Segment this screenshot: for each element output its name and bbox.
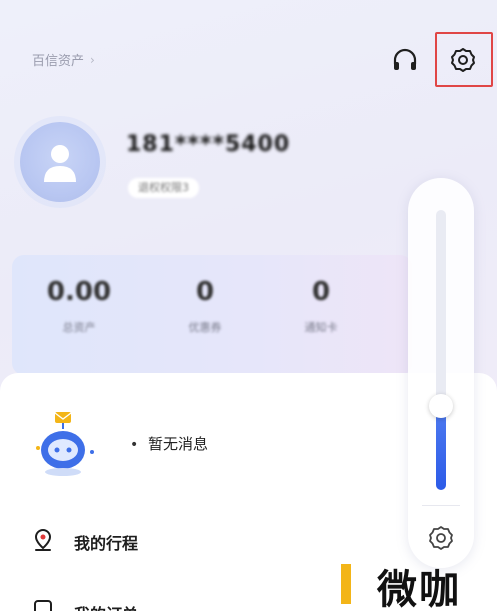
stat-value: 0 bbox=[195, 277, 215, 307]
headset-icon[interactable] bbox=[385, 40, 425, 80]
watermark-bar bbox=[341, 564, 351, 604]
location-pin-icon bbox=[30, 527, 56, 557]
bullet: • bbox=[130, 437, 139, 453]
id-badge[interactable]: 退权权限3 bbox=[128, 178, 199, 198]
gear-icon[interactable] bbox=[423, 520, 459, 556]
phone-number: 181****5400 bbox=[126, 132, 291, 157]
empty-messages-text: 暂无消息 bbox=[148, 435, 209, 453]
menu-item-label: 我的行程 bbox=[74, 534, 139, 553]
menu-item-my-orders[interactable]: 我的订单 bbox=[30, 598, 138, 611]
breadcrumb[interactable]: 百信资产 › bbox=[32, 50, 95, 70]
stat-total-assets[interactable]: 0.00 总资产 bbox=[24, 277, 134, 335]
menu-item-my-trips[interactable]: 我的行程 bbox=[30, 527, 138, 557]
stat-value: 0.00 bbox=[46, 277, 112, 307]
stats-card: 0.00 总资产 0 优惠券 0 通知卡 bbox=[12, 255, 412, 375]
highlight-box bbox=[435, 32, 493, 87]
stat-value: 0 bbox=[311, 277, 331, 307]
top-bar: 百信资产 › bbox=[0, 0, 497, 120]
menu-item-label: 我的订单 bbox=[74, 601, 138, 611]
avatar[interactable] bbox=[20, 122, 100, 202]
stat-label: 总资产 bbox=[62, 321, 96, 334]
volume-slider-handle[interactable] bbox=[429, 394, 453, 418]
watermark-logo: 微咖 bbox=[341, 560, 497, 611]
stat-label: 通知卡 bbox=[304, 321, 338, 334]
document-icon bbox=[30, 598, 56, 611]
volume-fill bbox=[436, 406, 446, 490]
chevron-right-icon: › bbox=[90, 52, 95, 67]
stat-coupons[interactable]: 0 优惠券 bbox=[150, 277, 260, 335]
stat-label: 优惠券 bbox=[188, 321, 222, 334]
watermark-text: 微咖 bbox=[377, 566, 461, 611]
stat-cards[interactable]: 0 通知卡 bbox=[266, 277, 376, 335]
volume-divider bbox=[422, 505, 460, 506]
robot-mascot-icon bbox=[30, 410, 100, 480]
breadcrumb-label[interactable]: 百信资产 bbox=[32, 50, 84, 69]
